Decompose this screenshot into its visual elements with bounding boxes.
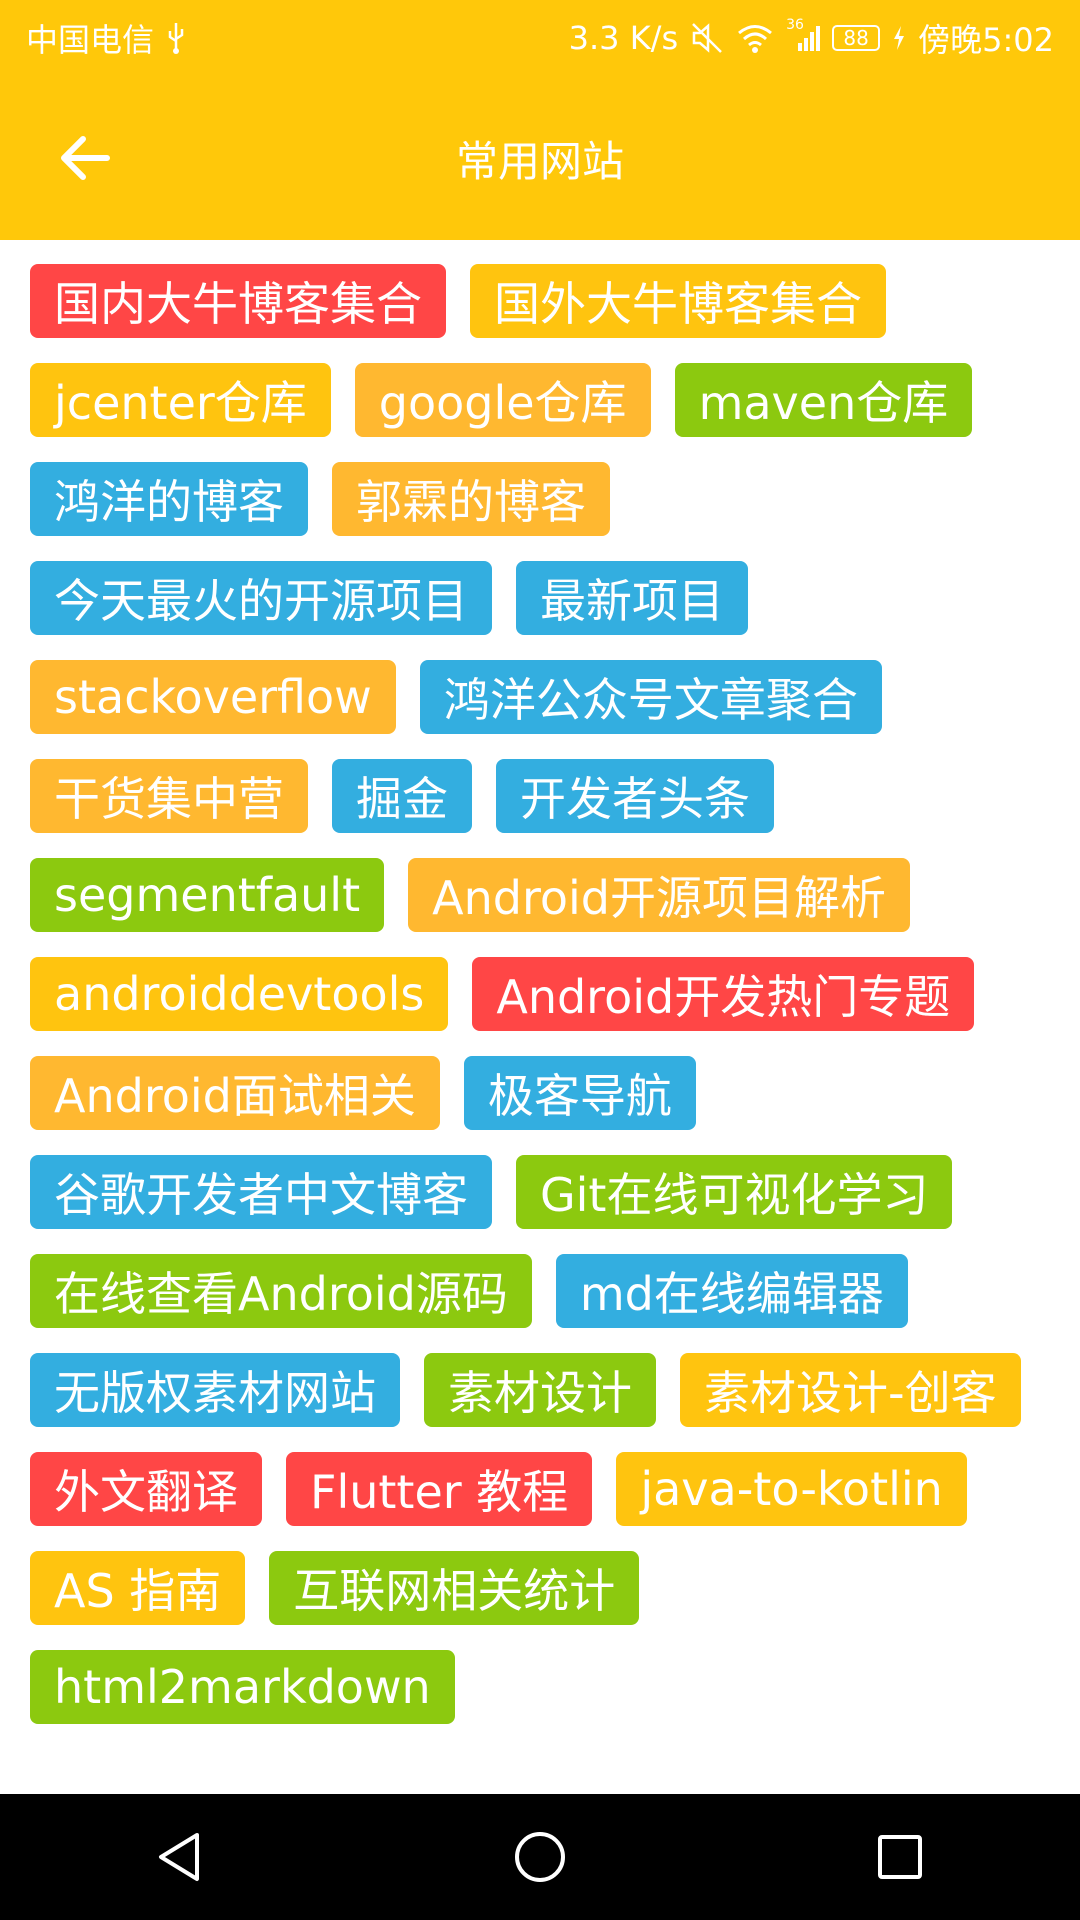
website-tag[interactable]: 外文翻译	[30, 1452, 262, 1526]
website-tag[interactable]: 鸿洋公众号文章聚合	[419, 660, 882, 734]
status-right: 3.3 K/s 36 88 傍晚5:02	[569, 15, 1054, 61]
website-tag[interactable]: jcenter仓库	[30, 363, 331, 437]
website-tag[interactable]: 素材设计-创客	[680, 1353, 1021, 1427]
website-tag[interactable]: Git在线可视化学习	[516, 1155, 953, 1229]
website-tag[interactable]: 在线查看Android源码	[30, 1254, 532, 1328]
website-tag[interactable]: segmentfault	[30, 858, 385, 932]
recents-square-icon	[878, 1835, 922, 1879]
website-tag[interactable]: Android开发热门专题	[472, 957, 975, 1031]
website-tag[interactable]: md在线编辑器	[555, 1254, 908, 1328]
carrier-label: 中国电信	[26, 21, 155, 59]
website-tag[interactable]: Android面试相关	[30, 1056, 440, 1130]
website-tag[interactable]: 互联网相关统计	[269, 1551, 640, 1625]
page-title: 常用网站	[455, 136, 624, 186]
nav-home-button[interactable]	[480, 1802, 600, 1912]
website-tag[interactable]: 今天最火的开源项目	[30, 561, 492, 635]
website-tag[interactable]: AS 指南	[30, 1551, 246, 1625]
nav-recents-button[interactable]	[840, 1802, 960, 1912]
website-tag[interactable]: 最新项目	[516, 561, 748, 635]
system-nav-bar	[0, 1794, 1080, 1920]
status-left: 中国电信	[26, 15, 186, 61]
signal-icon: 36	[786, 17, 821, 53]
signal-type-label: 36	[786, 17, 804, 33]
website-tag[interactable]: Flutter 教程	[286, 1452, 593, 1526]
nav-back-button[interactable]	[120, 1802, 240, 1912]
website-tag[interactable]: 干货集中营	[30, 759, 308, 833]
mute-icon	[690, 21, 724, 55]
network-speed: 3.3 K/s	[568, 19, 679, 57]
website-tag[interactable]: 掘金	[332, 759, 472, 833]
website-tag[interactable]: 国内大牛博客集合	[30, 264, 446, 338]
website-tag[interactable]: 开发者头条	[496, 759, 774, 833]
battery-level: 88	[843, 26, 869, 50]
website-tag[interactable]: 鸿洋的博客	[30, 462, 308, 536]
status-bar: 中国电信 3.3 K/s 36 88 傍晚5:02	[0, 0, 1080, 76]
website-tag[interactable]: androiddevtools	[30, 957, 449, 1031]
website-tag[interactable]: 谷歌开发者中文博客	[30, 1155, 492, 1229]
toolbar: 常用网站	[0, 76, 1080, 240]
website-tag[interactable]: Android开源项目解析	[408, 858, 910, 932]
back-triangle-icon	[159, 1833, 199, 1881]
wifi-icon	[736, 22, 774, 54]
website-tag-list: 国内大牛博客集合 国外大牛博客集合 jcenter仓库 google仓库 maven仓库…	[30, 264, 1060, 1724]
charging-icon	[892, 25, 906, 51]
website-tag[interactable]: stackoverflow	[30, 660, 396, 734]
clock: 傍晚5:02	[918, 21, 1054, 59]
website-tag[interactable]: 郭霖的博客	[332, 462, 610, 536]
website-tag[interactable]: 国外大牛博客集合	[470, 264, 886, 338]
app-bar: 中国电信 3.3 K/s 36 88 傍晚5:02 常用网站	[0, 0, 1080, 240]
website-tag[interactable]: 素材设计	[424, 1353, 656, 1427]
website-tag[interactable]: 极客导航	[463, 1056, 696, 1130]
battery-icon: 88	[832, 25, 881, 51]
usb-icon	[166, 21, 186, 55]
website-tag[interactable]: html2markdown	[30, 1650, 455, 1724]
website-tag[interactable]: google仓库	[354, 363, 651, 437]
website-tag[interactable]: 无版权素材网站	[30, 1353, 400, 1427]
home-circle-icon	[515, 1832, 565, 1882]
website-tag[interactable]: maven仓库	[674, 363, 973, 437]
website-tag[interactable]: java-to-kotlin	[616, 1452, 967, 1526]
